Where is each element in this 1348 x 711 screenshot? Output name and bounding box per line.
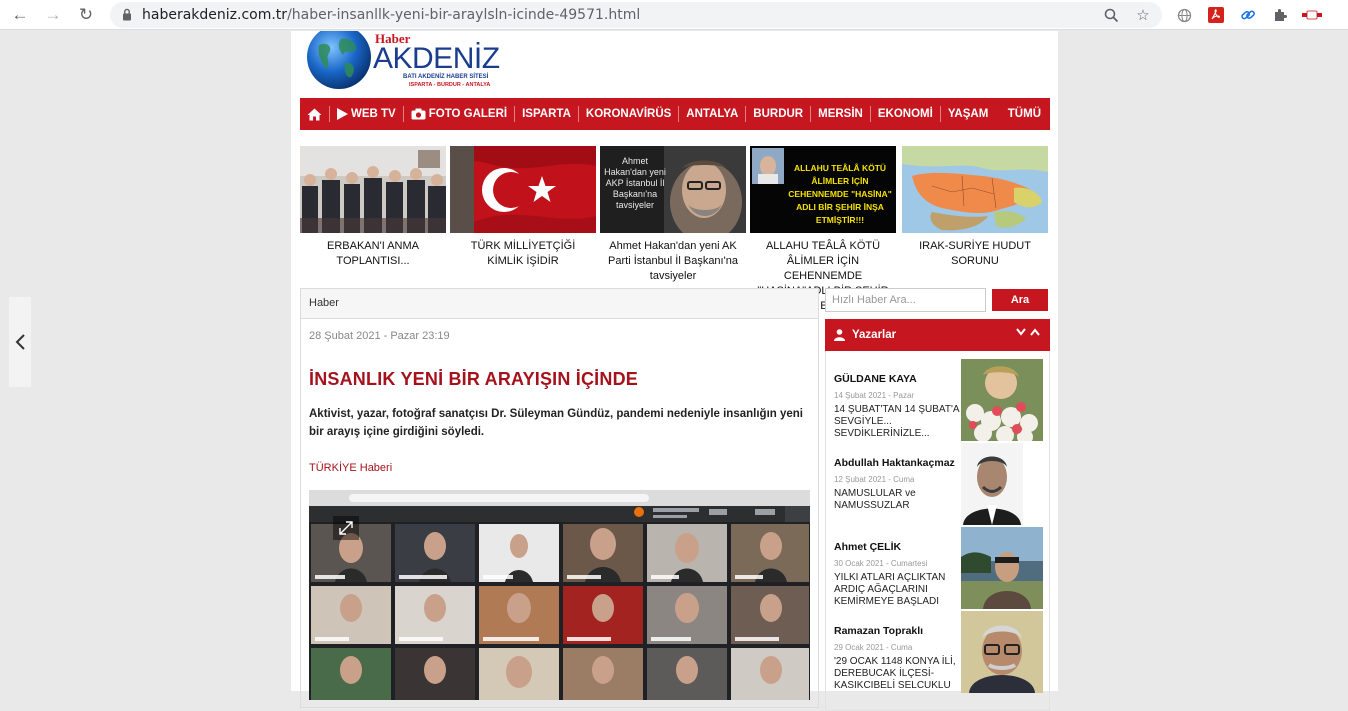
nav-koronavirus[interactable]: KORONAVİRÜS xyxy=(579,106,680,122)
writer-item[interactable]: Abdullah Haktankaçmaz 12 Şubat 2021 - Cu… xyxy=(834,443,1044,525)
article-video-image[interactable] xyxy=(309,490,810,700)
forward-icon[interactable]: → xyxy=(43,5,63,25)
home-icon xyxy=(307,108,322,120)
globe-extension-icon[interactable] xyxy=(1174,5,1194,25)
slider-thumbnail xyxy=(300,146,446,233)
address-bar[interactable]: haberakdeniz.com.tr/haber-insanllk-yeni-… xyxy=(110,2,1162,28)
pdf-extension-icon[interactable] xyxy=(1206,5,1226,25)
main-navigation: WEB TV FOTO GALERİ ISPARTA KORONAVİRÜS A… xyxy=(300,98,1050,130)
writer-item[interactable]: Ramazan Topraklı 29 Ocak 2021 - Cuma '29… xyxy=(834,611,1044,693)
back-icon[interactable]: ← xyxy=(10,5,30,25)
link-extension-icon[interactable] xyxy=(1238,5,1258,25)
writer-item[interactable]: Ahmet ÇELİK 30 Ocak 2021 - Cumartesi YIL… xyxy=(834,527,1044,609)
writer-name: Ahmet ÇELİK xyxy=(834,541,902,553)
slider-caption: IRAK-SURİYE HUDUT SORUNU xyxy=(919,240,1031,267)
headline-slider: ERBAKAN'I ANMA TOPLANTISI... TÜRK MİLLİY… xyxy=(300,146,1050,312)
reload-icon[interactable]: ↻ xyxy=(76,5,96,25)
nav-ekonomi[interactable]: EKONOMİ xyxy=(871,106,941,122)
writers-panel-header[interactable]: Yazarlar xyxy=(825,319,1050,351)
url-text: haberakdeniz.com.tr/haber-insanllk-yeni-… xyxy=(142,7,641,23)
browser-toolbar: ← → ↻ haberakdeniz.com.tr/haber-insanllk… xyxy=(0,0,1348,30)
article-category-link[interactable]: TÜRKİYE Haberi xyxy=(309,462,392,474)
slider-caption: ERBAKAN'I ANMA TOPLANTISI... xyxy=(327,240,419,267)
writer-article-title: 14 ŞUBAT'TAN 14 ŞUBAT'A SEVGİYLE... SEVD… xyxy=(834,404,959,439)
writer-name: Abdullah Haktankaçmaz xyxy=(834,457,955,469)
writer-date: 12 Şubat 2021 - Cuma xyxy=(834,475,915,484)
nav-web-tv[interactable]: WEB TV xyxy=(330,106,404,122)
writer-article-title: YILKI ATLARI AÇLIKTAN ARDIÇ AĞAÇLARINI K… xyxy=(834,572,946,607)
play-icon xyxy=(337,108,348,120)
quick-search-input[interactable]: Hızlı Haber Ara... xyxy=(825,288,986,312)
nav-foto-galeri[interactable]: FOTO GALERİ xyxy=(404,106,516,122)
slider-thumbnail xyxy=(902,146,1048,233)
writer-date: 14 Şubat 2021 - Pazar xyxy=(834,391,915,400)
nav-home[interactable] xyxy=(300,106,330,122)
puzzle-extensions-icon[interactable] xyxy=(1270,5,1290,25)
zoom-icon[interactable] xyxy=(1102,6,1120,24)
writer-photo xyxy=(961,527,1043,609)
nav-isparta[interactable]: ISPARTA xyxy=(515,106,579,122)
slider-item[interactable]: IRAK-SURİYE HUDUT SORUNU xyxy=(902,146,1048,269)
slider-caption: Ahmet Hakan'dan yeni AK Parti İstanbul İ… xyxy=(608,240,738,282)
bookmark-star-icon[interactable]: ☆ xyxy=(1134,6,1152,24)
lock-icon xyxy=(123,8,131,21)
slider-thumbnail: Ahmet Hakan'dan yeni AKP İstanbul İl Baş… xyxy=(600,146,746,233)
writer-photo xyxy=(961,611,1043,693)
writer-item[interactable]: GÜLDANE KAYA 14 Şubat 2021 - Pazar 14 ŞU… xyxy=(834,359,1044,441)
writer-article-title: NAMUSLULAR ve NAMUSSUZLAR xyxy=(834,488,916,511)
writer-date: 30 Ocak 2021 - Cumartesi xyxy=(834,559,928,568)
search-button[interactable]: Ara xyxy=(992,289,1048,311)
breadcrumb[interactable]: Haber xyxy=(301,289,818,319)
article-container: Haber 28 Şubat 2021 - Pazar 23:19 İNSANL… xyxy=(300,288,819,708)
writer-photo xyxy=(961,359,1043,441)
writer-name: GÜLDANE KAYA xyxy=(834,373,917,385)
writer-article-title: '29 OCAK 1148 KONYA İLİ, DEREBUCAK İLÇES… xyxy=(834,656,956,691)
slider-item[interactable]: Ahmet Hakan'dan yeni AKP İstanbul İl Baş… xyxy=(600,146,746,284)
nav-all-categories[interactable]: TÜMÜ xyxy=(1001,106,1050,122)
nav-antalya[interactable]: ANTALYA xyxy=(679,106,747,122)
writers-list: GÜLDANE KAYA 14 Şubat 2021 - Pazar 14 ŞU… xyxy=(825,351,1050,711)
sidebar: Hızlı Haber Ara... Ara Yazarlar GÜLDANE … xyxy=(825,288,1050,711)
writer-date: 29 Ocak 2021 - Cuma xyxy=(834,643,913,652)
nav-mersin[interactable]: MERSİN xyxy=(811,106,871,122)
translate-extension-icon[interactable] xyxy=(1302,5,1322,25)
collapse-toggle-icon[interactable] xyxy=(1016,327,1042,340)
slider-caption: TÜRK MİLLİYETÇİĞİ KİMLİK İŞİDİR xyxy=(470,240,576,267)
article-date: 28 Şubat 2021 - Pazar 23:19 xyxy=(309,330,450,342)
carousel-prev-button[interactable] xyxy=(9,297,31,387)
slider-item[interactable]: TÜRK MİLLİYETÇİĞİ KİMLİK İŞİDİR xyxy=(450,146,596,269)
slider-item[interactable]: ERBAKAN'I ANMA TOPLANTISI... xyxy=(300,146,446,269)
camera-icon xyxy=(411,108,426,120)
site-logo[interactable]: Haber AKDENİZ BATI AKDENİZ HABER SİTESİ … xyxy=(305,25,505,93)
writer-photo xyxy=(961,443,1023,525)
news-page: Haber AKDENİZ BATI AKDENİZ HABER SİTESİ … xyxy=(291,25,1058,711)
article-title: İNSANLIK YENİ BİR ARAYIŞIN İÇİNDE xyxy=(309,369,638,389)
writer-name: Ramazan Topraklı xyxy=(834,625,924,637)
slider-thumbnail xyxy=(450,146,596,233)
article-lead: Aktivist, yazar, fotoğraf sanatçısı Dr. … xyxy=(309,408,803,438)
nav-yasam[interactable]: YAŞAM xyxy=(941,106,995,122)
slider-thumbnail: ALLAHU TEÂLÂ KÖTÜ ÂLİMLER İÇİN CEHENNEMD… xyxy=(750,146,896,233)
user-icon xyxy=(834,329,845,341)
nav-burdur[interactable]: BURDUR xyxy=(746,106,812,122)
